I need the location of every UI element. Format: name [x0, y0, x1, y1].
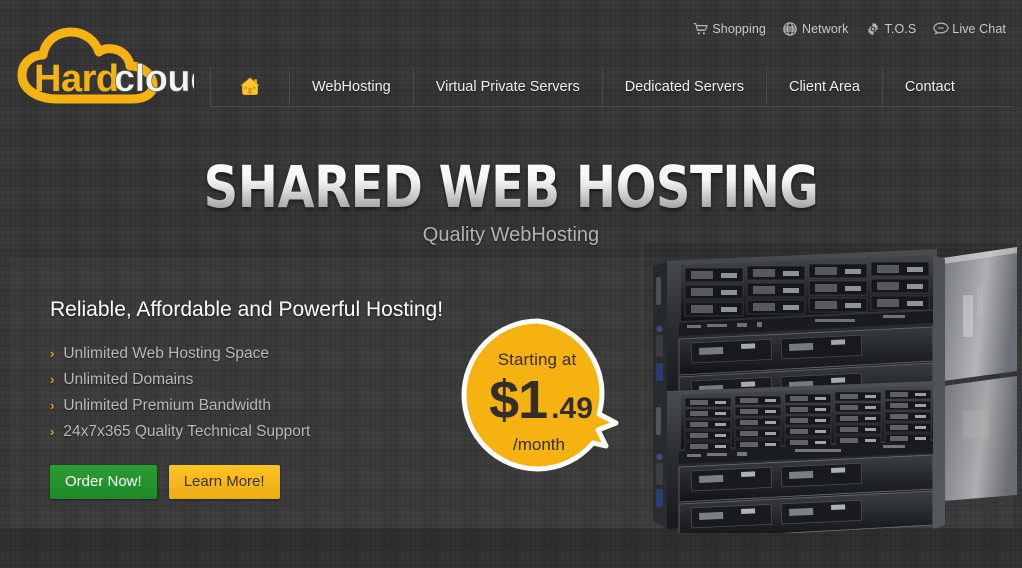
feature-item: › Unlimited Premium Bandwidth — [50, 393, 470, 419]
gear-icon — [866, 22, 880, 36]
feature-label: 24x7x365 Quality Technical Support — [63, 423, 311, 440]
page-background: Hard cloud Shopping — [0, 0, 1022, 568]
logo-text-hard: Hard — [34, 58, 119, 100]
shopping-cart-icon — [693, 22, 709, 36]
chat-bubble-icon — [933, 22, 949, 36]
promo-block: Reliable, Affordable and Powerful Hostin… — [50, 298, 470, 499]
chevron-right-icon: › — [50, 346, 55, 361]
utility-item-tos[interactable]: T.O.S — [866, 22, 917, 36]
utility-item-live-chat[interactable]: Live Chat — [933, 22, 1006, 36]
feature-label: Unlimited Domains — [63, 371, 194, 388]
cloud-icon: Hard cloud — [17, 27, 194, 104]
price-badge[interactable]: Starting at $1 .49 /month — [460, 318, 640, 473]
chevron-right-icon: › — [50, 424, 55, 439]
utility-label-shopping: Shopping — [712, 21, 766, 36]
nav-item-contact[interactable]: Contact — [883, 67, 977, 106]
nav-item-home[interactable] — [210, 67, 290, 106]
footer-strip — [0, 528, 1022, 568]
nav-item-dedicated-servers[interactable]: Dedicated Servers — [603, 67, 767, 106]
home-icon — [240, 77, 260, 95]
globe-icon — [783, 22, 797, 36]
rack-servers-image — [645, 243, 1017, 533]
chevron-right-icon: › — [50, 372, 55, 387]
feature-item: › Unlimited Domains — [50, 367, 470, 393]
promo-headline: Reliable, Affordable and Powerful Hostin… — [50, 298, 444, 321]
utility-item-shopping[interactable]: Shopping — [693, 22, 766, 36]
main-navigation: WebHosting Virtual Private Servers Dedic… — [210, 67, 1012, 107]
utility-label-live-chat: Live Chat — [952, 21, 1006, 36]
nav-label-webhosting: WebHosting — [312, 78, 391, 95]
logo-text-cloud: cloud — [114, 58, 194, 100]
utility-label-network: Network — [801, 21, 849, 36]
feature-label: Unlimited Web Hosting Space — [63, 345, 269, 362]
utility-label-tos: T.O.S — [884, 21, 917, 36]
utility-bar: Shopping Network T.O.S Live Chat — [693, 22, 1006, 36]
page-subtitle: Quality WebHosting — [422, 224, 600, 246]
feature-item: › 24x7x365 Quality Technical Support — [50, 419, 470, 445]
nav-label-client-area: Client Area — [788, 78, 860, 95]
feature-list: › Unlimited Web Hosting Space › Unlimite… — [50, 341, 470, 445]
nav-item-webhosting[interactable]: WebHosting — [290, 67, 414, 106]
cta-button-row: Order Now! Learn More! — [50, 465, 470, 499]
nav-label-vps: Virtual Private Servers — [435, 78, 580, 95]
page-title: SHARED WEB HOSTING — [41, 158, 981, 216]
learn-more-button[interactable]: Learn More! — [168, 465, 280, 499]
nav-item-vps[interactable]: Virtual Private Servers — [414, 67, 603, 106]
chevron-right-icon: › — [50, 398, 55, 413]
site-logo[interactable]: Hard cloud — [12, 27, 194, 109]
price-badge-shape — [461, 318, 619, 472]
feature-item: › Unlimited Web Hosting Space — [50, 341, 470, 367]
nav-item-client-area[interactable]: Client Area — [767, 67, 883, 106]
nav-label-dedicated-servers: Dedicated Servers — [624, 78, 744, 95]
hero-heading-block: SHARED WEB HOSTING Quality WebHosting — [0, 158, 1022, 247]
nav-label-contact: Contact — [904, 78, 955, 95]
utility-item-network[interactable]: Network — [783, 22, 849, 36]
feature-label: Unlimited Premium Bandwidth — [63, 397, 271, 414]
order-now-button[interactable]: Order Now! — [50, 465, 157, 499]
